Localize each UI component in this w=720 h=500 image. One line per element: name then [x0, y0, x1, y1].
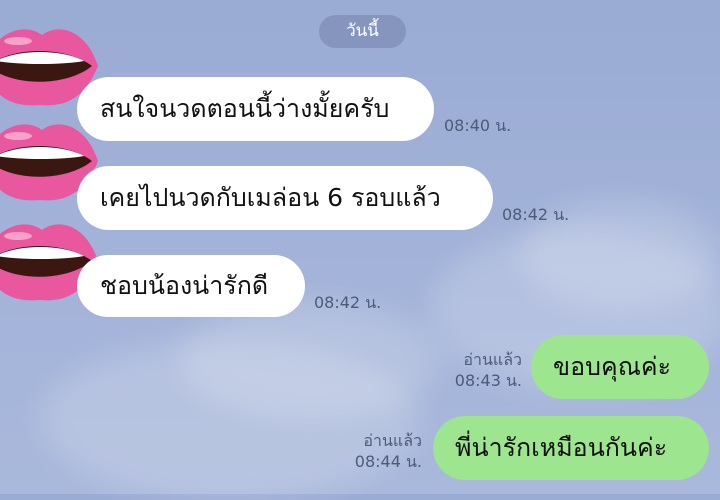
- message-time: 08:42 น.: [314, 293, 382, 312]
- message-time: 08:42 น.: [502, 205, 570, 224]
- message-text: ขอบคุณค่ะ: [553, 352, 672, 381]
- background-cloud: [180, 300, 440, 420]
- outgoing-message-bubble[interactable]: ขอบคุณค่ะ: [531, 335, 709, 399]
- incoming-message-bubble[interactable]: สนใจนวดตอนนี้ว่างมั้ยครับ: [77, 77, 434, 141]
- outgoing-message-bubble[interactable]: พี่น่ารักเหมือนกันค่ะ: [433, 416, 709, 480]
- read-status: อ่านแล้ว: [363, 431, 422, 450]
- message-text: ชอบน้องน่ารักดี: [100, 271, 269, 300]
- message-text: เคยไปนวดกับเมล่อน 6 รอบแล้ว: [100, 183, 441, 212]
- incoming-message-bubble[interactable]: ชอบน้องน่ารักดี: [77, 255, 305, 317]
- incoming-message-bubble[interactable]: เคยไปนวดกับเมล่อน 6 รอบแล้ว: [77, 166, 493, 230]
- read-status: อ่านแล้ว: [463, 350, 522, 369]
- message-meta: อ่านแล้ว 08:43 น.: [432, 349, 522, 391]
- message-meta: อ่านแล้ว 08:44 น.: [332, 430, 422, 472]
- message-time: 08:44 น.: [354, 452, 422, 471]
- message-text: พี่น่ารักเหมือนกันค่ะ: [455, 433, 668, 462]
- date-divider: วันนี้: [319, 15, 406, 48]
- message-time: 08:43 น.: [454, 371, 522, 390]
- message-text: สนใจนวดตอนนี้ว่างมั้ยครับ: [100, 94, 390, 123]
- message-time: 08:40 น.: [444, 116, 512, 135]
